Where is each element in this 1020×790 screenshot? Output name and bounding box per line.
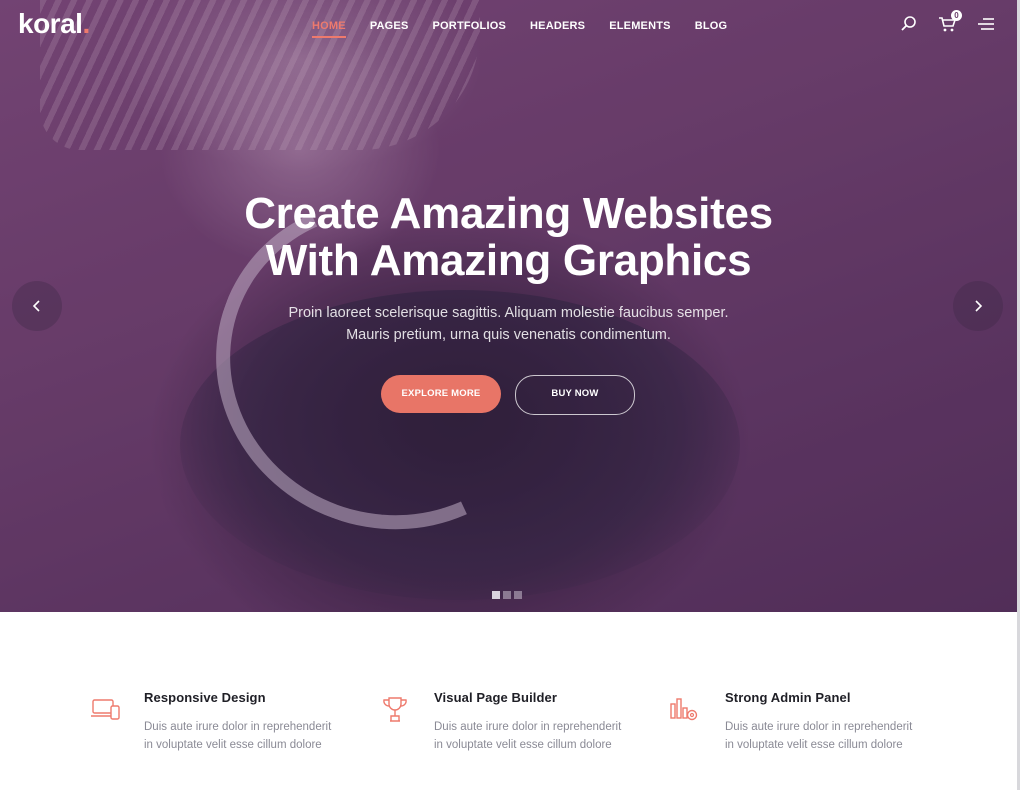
- feature-desc-line2: in voluptate velit esse cillum dolore: [144, 739, 322, 751]
- nav-item-pages[interactable]: PAGES: [370, 20, 409, 38]
- slider-dot-2[interactable]: [503, 591, 511, 599]
- feature-desc-line2: in voluptate velit esse cillum dolore: [725, 739, 903, 751]
- feature-title: Responsive Design: [144, 690, 266, 705]
- nav-item-home[interactable]: HOME: [312, 20, 346, 38]
- logo[interactable]: koral.: [18, 8, 90, 40]
- features-section: Responsive Design Duis aute irure dolor …: [0, 612, 1017, 790]
- nav-item-portfolios[interactable]: PORTFOLIOS: [433, 20, 507, 38]
- feature-title: Strong Admin Panel: [725, 690, 851, 705]
- slider-dot-1[interactable]: [492, 591, 500, 599]
- logo-dot: .: [82, 8, 90, 39]
- logo-text: koral: [18, 8, 83, 39]
- chevron-right-icon: [975, 300, 983, 312]
- hero-slider: koral. HOME PAGES PORTFOLIOS HEADERS ELE…: [0, 0, 1017, 612]
- feature-desc-line2: in voluptate velit esse cillum dolore: [434, 739, 612, 751]
- header-tools: 0: [899, 10, 995, 34]
- slider-prev-button[interactable]: [12, 281, 62, 331]
- slider-dot-3[interactable]: [514, 591, 522, 599]
- feature-description: Duis aute irure dolor in reprehenderit in…: [434, 718, 644, 754]
- nav-item-headers[interactable]: HEADERS: [530, 20, 585, 38]
- feature-desc-line1: Duis aute irure dolor in reprehenderit: [725, 721, 913, 733]
- feature-title: Visual Page Builder: [434, 690, 558, 705]
- slider-next-button[interactable]: [953, 281, 1003, 331]
- explore-more-button[interactable]: EXPLORE MORE: [381, 375, 501, 413]
- hero-subtitle-line1: Proin laoreet scelerisque sagittis. Aliq…: [288, 305, 729, 321]
- admin-settings-icon: [668, 694, 700, 726]
- feature-desc-line1: Duis aute irure dolor in reprehenderit: [144, 721, 332, 733]
- nav-item-elements[interactable]: ELEMENTS: [609, 20, 671, 38]
- feature-desc-line1: Duis aute irure dolor in reprehenderit: [434, 721, 622, 733]
- hero-title: Create Amazing Websites With Amazing Grap…: [0, 190, 1017, 284]
- hero-title-line1: Create Amazing Websites: [244, 189, 773, 238]
- cart-icon[interactable]: 0: [937, 10, 962, 34]
- cart-count-badge: 0: [951, 10, 962, 21]
- search-icon[interactable]: [899, 14, 919, 34]
- hamburger-menu-icon[interactable]: [975, 14, 995, 34]
- feature-description: Duis aute irure dolor in reprehenderit in…: [144, 718, 354, 754]
- nav-item-blog[interactable]: BLOG: [695, 20, 728, 38]
- main-nav: HOME PAGES PORTFOLIOS HEADERS ELEMENTS B…: [312, 20, 727, 38]
- hero-subtitle-line2: Mauris pretium, urna quis venenatis cond…: [346, 327, 671, 343]
- trophy-icon: [379, 694, 411, 726]
- feature-description: Duis aute irure dolor in reprehenderit in…: [725, 718, 935, 754]
- responsive-devices-icon: [90, 694, 122, 726]
- hero-title-line2: With Amazing Graphics: [265, 236, 752, 285]
- slider-pagination: [492, 591, 522, 599]
- buy-now-button[interactable]: BUY NOW: [515, 375, 635, 415]
- hero-subtitle: Proin laoreet scelerisque sagittis. Aliq…: [0, 302, 1017, 346]
- chevron-left-icon: [32, 300, 40, 312]
